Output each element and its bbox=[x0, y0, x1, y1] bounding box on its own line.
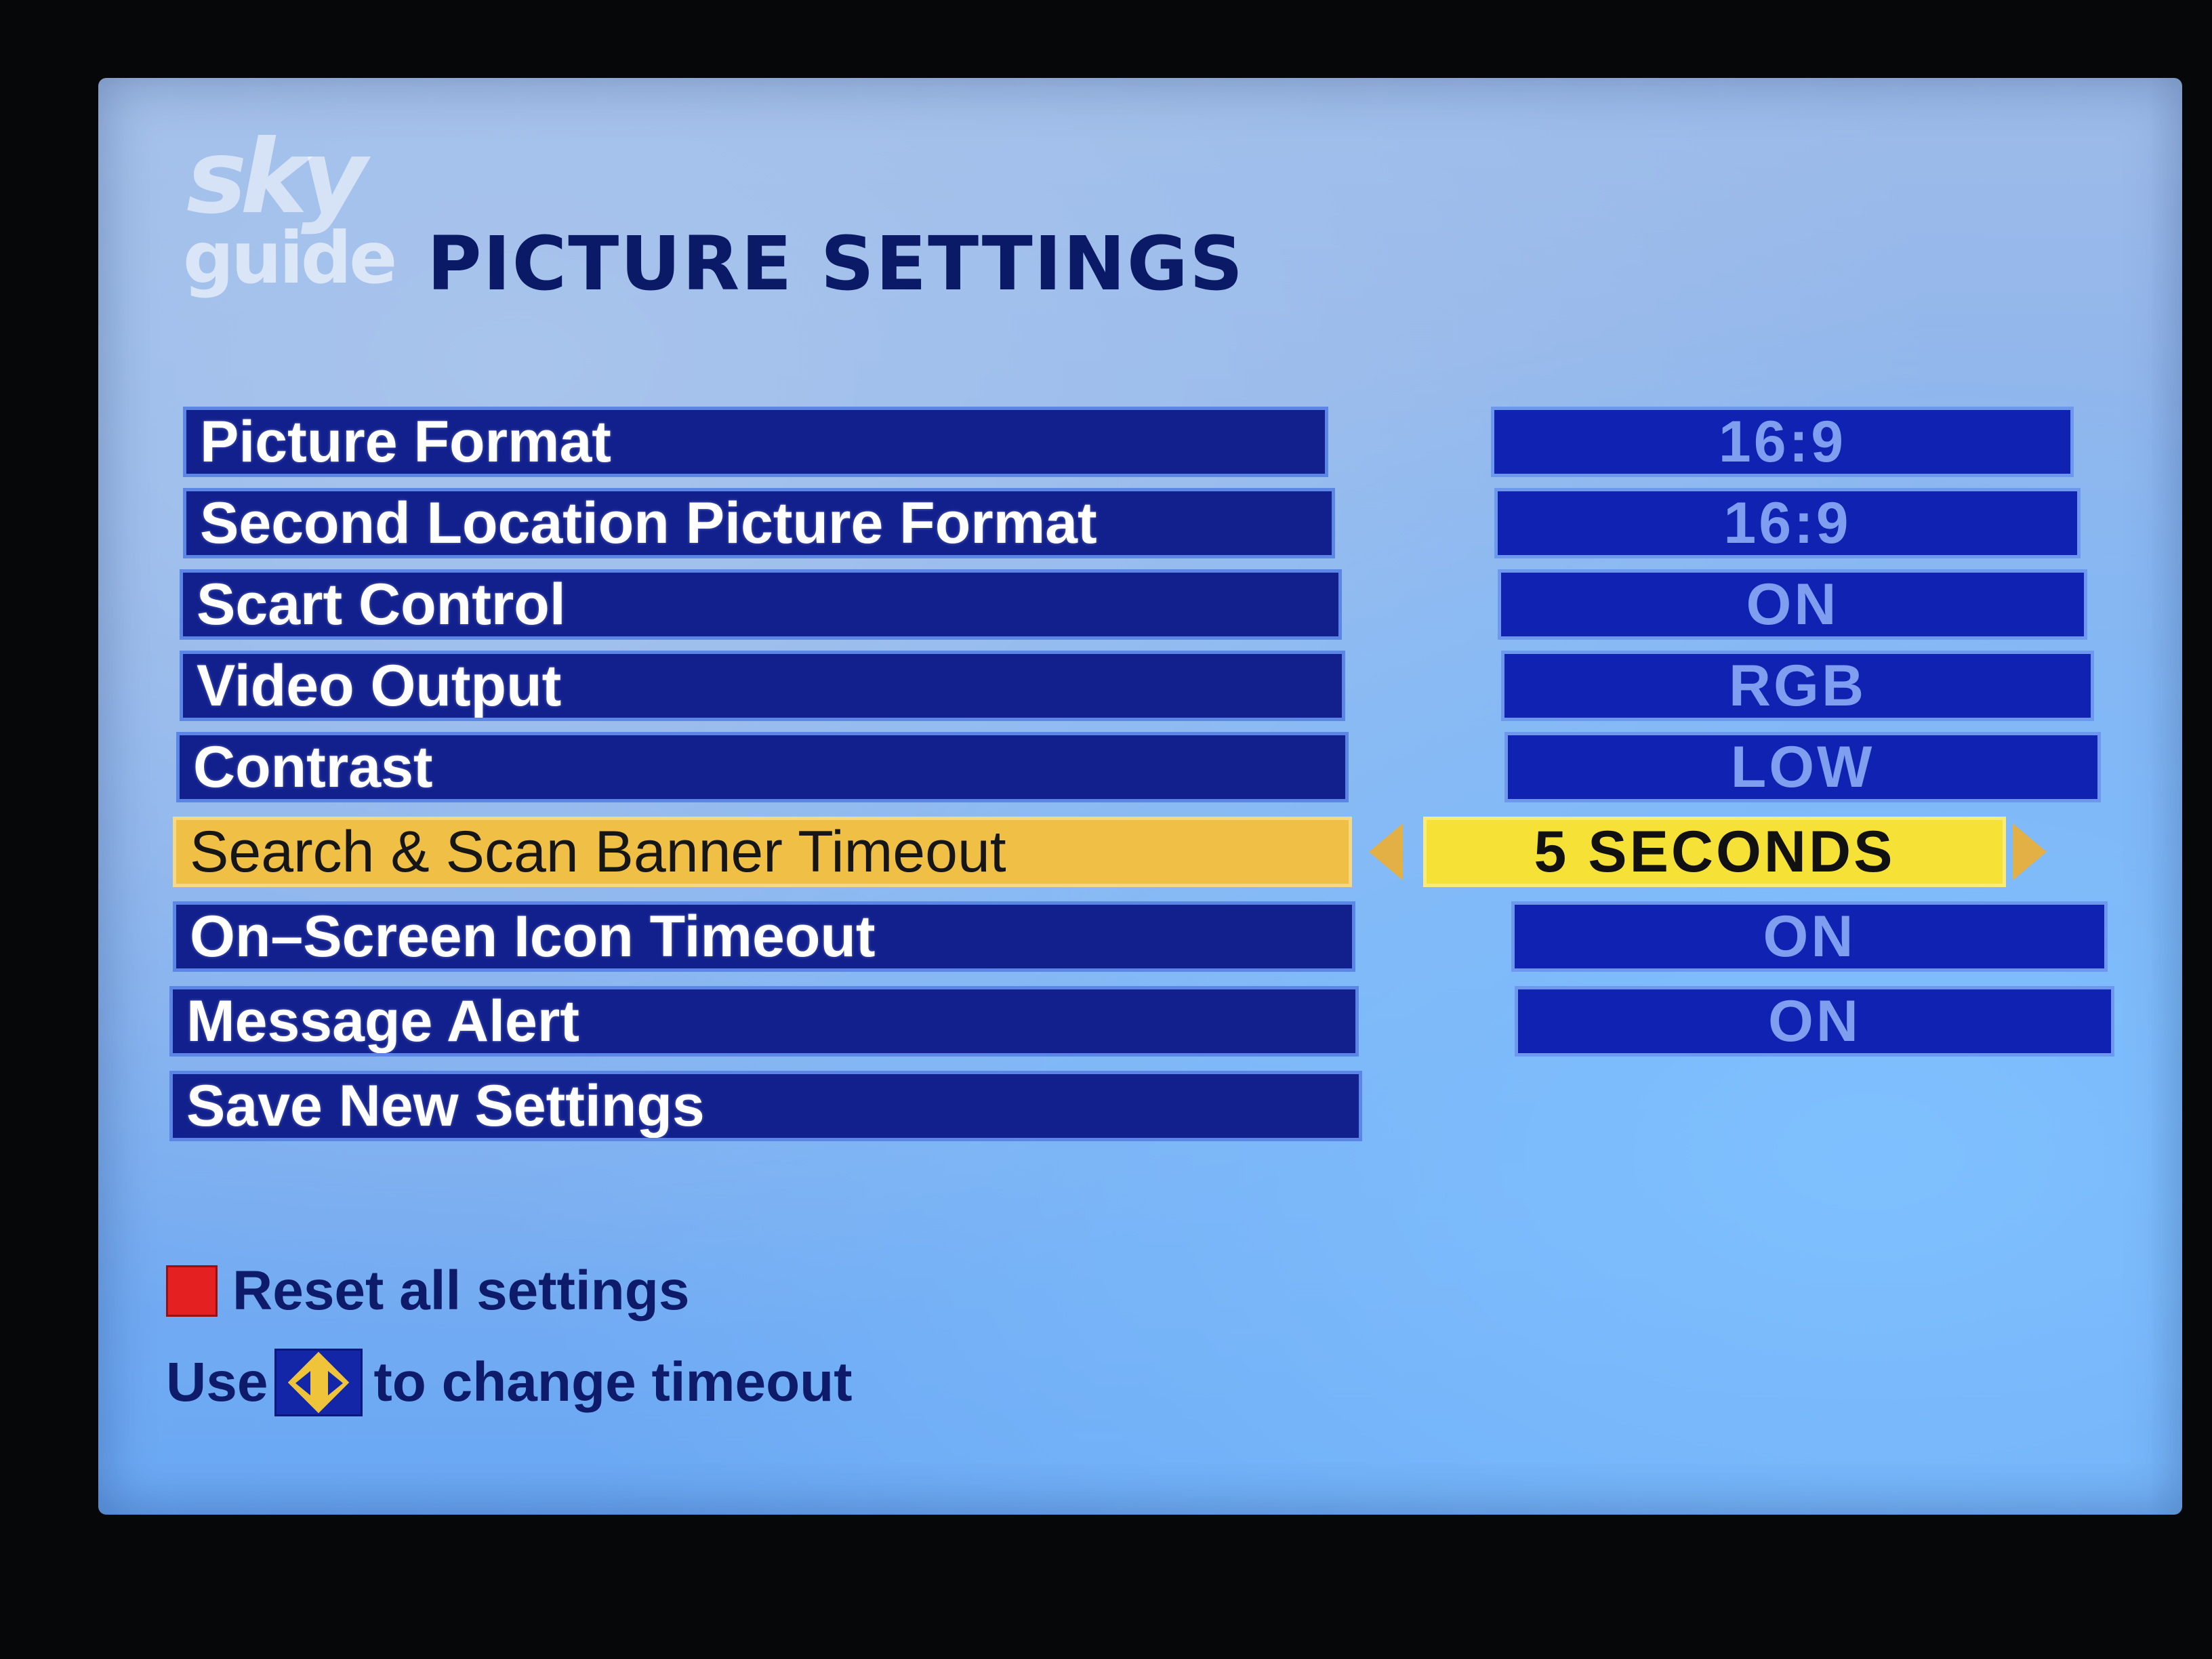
save-new-settings-button[interactable]: Save New Settings bbox=[169, 1071, 1362, 1141]
left-right-arrows-icon bbox=[274, 1349, 363, 1416]
reset-label: Reset all settings bbox=[232, 1260, 690, 1322]
setting-label: Second Location Picture Format bbox=[183, 488, 1335, 558]
reset-all-settings[interactable]: Reset all settings bbox=[166, 1260, 690, 1322]
setting-value[interactable]: 5 SECONDS bbox=[1423, 817, 2006, 887]
setting-value[interactable]: ON bbox=[1515, 986, 2114, 1057]
setting-label: On–Screen Icon Timeout bbox=[173, 901, 1355, 972]
setting-value[interactable]: 16:9 bbox=[1491, 407, 2074, 477]
tv-screen: sky guide PICTURE SETTINGS Picture Forma… bbox=[98, 78, 2182, 1515]
setting-label: Message Alert bbox=[169, 986, 1359, 1057]
setting-label: Picture Format bbox=[183, 407, 1328, 477]
hint-prefix: Use bbox=[166, 1351, 268, 1413]
setting-label: Contrast bbox=[176, 732, 1349, 802]
change-timeout-hint: Use to change timeout bbox=[166, 1345, 853, 1420]
setting-label: Video Output bbox=[180, 651, 1345, 721]
tv-bezel: sky guide PICTURE SETTINGS Picture Forma… bbox=[0, 0, 2212, 1659]
chevron-left-icon[interactable] bbox=[1369, 823, 1403, 880]
chevron-right-icon[interactable] bbox=[2013, 823, 2047, 880]
red-button-icon bbox=[166, 1265, 218, 1317]
setting-value[interactable]: 16:9 bbox=[1494, 488, 2081, 558]
setting-value[interactable]: RGB bbox=[1501, 651, 2094, 721]
page-title: PICTURE SETTINGS bbox=[427, 220, 1245, 307]
setting-value[interactable]: LOW bbox=[1504, 732, 2101, 802]
setting-value[interactable]: ON bbox=[1511, 901, 2108, 972]
guide-logo: guide bbox=[183, 217, 397, 300]
setting-label: Search & Scan Banner Timeout bbox=[173, 817, 1352, 887]
setting-label: Scart Control bbox=[180, 569, 1342, 640]
setting-value[interactable]: ON bbox=[1498, 569, 2087, 640]
hint-suffix: to change timeout bbox=[373, 1351, 853, 1413]
